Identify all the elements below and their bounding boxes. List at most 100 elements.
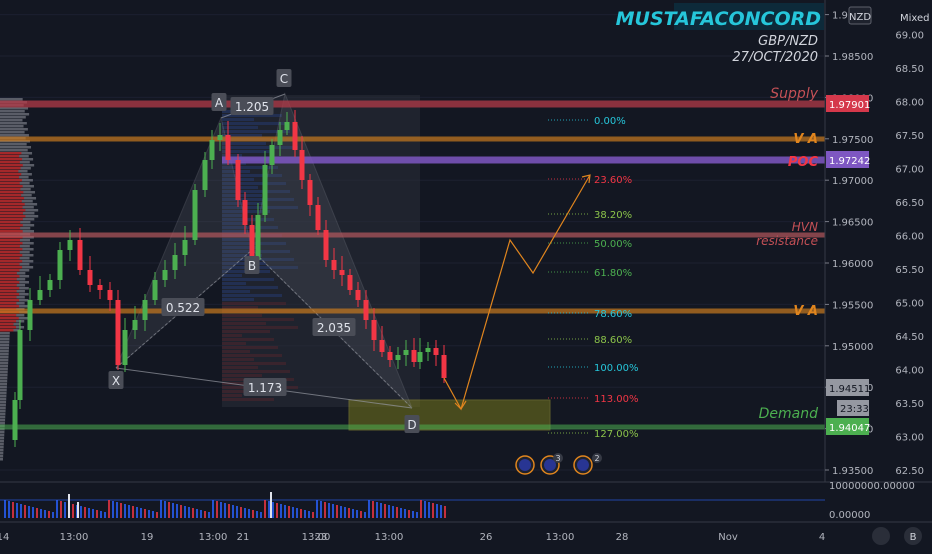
time-tick-label: 21 [237, 532, 250, 543]
scale-mode-label[interactable]: Mixed [900, 13, 930, 24]
candle-body [152, 280, 158, 300]
profile-bar-sell [0, 173, 22, 176]
volume-bar [232, 505, 234, 518]
volume-bar [384, 504, 386, 518]
profile-bar [0, 125, 24, 128]
price-tick-label: 1.97000 [832, 176, 873, 187]
volume-bar [344, 507, 346, 518]
profile-bar [0, 350, 9, 353]
candle-body [249, 225, 255, 260]
volume-bar [336, 505, 338, 518]
volume-bar [56, 500, 58, 518]
volume-bar [224, 503, 226, 518]
footer-button-circle[interactable] [872, 527, 890, 545]
volume-bar [116, 502, 118, 518]
profile-bar [0, 446, 4, 449]
volume-bar [288, 506, 290, 518]
volume-bar [392, 506, 394, 518]
volume-bar [272, 502, 274, 518]
candle-body [132, 320, 138, 330]
volume-bar [28, 506, 30, 518]
profile-bar [0, 98, 23, 101]
ratio-ab-label: 1.205 [235, 100, 269, 114]
volume-bar [44, 510, 46, 518]
candle-body [202, 160, 208, 190]
profile-bar-sell [0, 230, 23, 233]
volume-bar [420, 500, 422, 518]
candle-body [217, 135, 223, 140]
profile-bar [0, 410, 6, 413]
profile-bar [0, 392, 7, 395]
profile-bar-sell [0, 221, 21, 224]
volume-bar [176, 504, 178, 518]
volume-bar [168, 502, 170, 518]
volume-bar [60, 501, 62, 518]
profile-bar [0, 365, 9, 368]
time-tick-label: 23 [315, 532, 328, 543]
candle-body [27, 300, 33, 330]
profile-bar-sell [0, 251, 20, 254]
profile-bar [0, 377, 8, 380]
volume-bar [312, 512, 314, 518]
volume-bar [8, 501, 10, 518]
volume-bar [148, 510, 150, 518]
volume-bar [404, 509, 406, 518]
profile-bar [0, 383, 8, 386]
fib-label: 38.20% [594, 210, 632, 221]
last-price-label: 1.94511 [829, 384, 870, 395]
volume-spike-bar [77, 502, 79, 518]
candle-body [182, 240, 188, 255]
volume-bar [80, 506, 82, 518]
hvn-text: HVN [792, 220, 818, 234]
candle-body [172, 255, 178, 270]
profile-bar [0, 386, 7, 389]
profile-bar-sell [0, 263, 20, 266]
volume-bar [328, 503, 330, 518]
volume-bar [48, 511, 50, 518]
volume-bar [400, 508, 402, 518]
volume-bar [88, 508, 90, 518]
profile-bar-sell [0, 269, 20, 272]
candle-body [347, 275, 353, 290]
volume-bar [112, 501, 114, 518]
volume-bar [104, 512, 106, 518]
fib-label: 50.00% [594, 239, 632, 250]
volume-tick-label: 0.00000 [829, 510, 870, 521]
profile-bar [0, 359, 9, 362]
fib-label: 127.00% [594, 429, 639, 440]
volume-bar [236, 506, 238, 518]
volume-bar [240, 507, 242, 518]
candle-body [235, 160, 241, 200]
volume-bar [276, 503, 278, 518]
volume-bar [20, 504, 22, 518]
volume-bar [96, 510, 98, 518]
volume-bar [296, 508, 298, 518]
time-tick-label: 26 [480, 532, 493, 543]
profile-bar-sell [0, 242, 23, 245]
trading-chart[interactable]: 0.00% 23.60% 38.20% 50.00% 61.80% 78.60% 88.60… [0, 0, 932, 550]
profile-bar-sell [0, 200, 22, 203]
event-count-label: 2 [594, 454, 599, 463]
profile-bar-sell [0, 317, 19, 320]
time-tick-label: 28 [616, 532, 629, 543]
fib-label: 78.60% [594, 309, 632, 320]
secondary-tick-label: 67.50 [895, 131, 924, 142]
candle-body [47, 280, 53, 290]
profile-bar-sell [0, 272, 17, 275]
point-a-label: A [215, 96, 224, 110]
volume-bar [24, 505, 26, 518]
profile-bar [0, 143, 27, 146]
price-tick-label: 1.95500 [832, 300, 873, 311]
volume-bar [292, 507, 294, 518]
chart-root[interactable]: 0.00% 23.60% 38.20% 50.00% 61.80% 78.60% 88.60… [0, 0, 932, 550]
demand-price-label: 1.94047 [829, 423, 870, 434]
volume-bar [432, 503, 434, 518]
candle-body [57, 250, 63, 280]
candle-body [255, 215, 261, 260]
volume-bar [444, 506, 446, 518]
profile-bar [0, 110, 25, 113]
volume-bar [356, 510, 358, 518]
volume-bar [172, 503, 174, 518]
profile-bar-sell [0, 323, 14, 326]
profile-bar-sell [0, 293, 20, 296]
